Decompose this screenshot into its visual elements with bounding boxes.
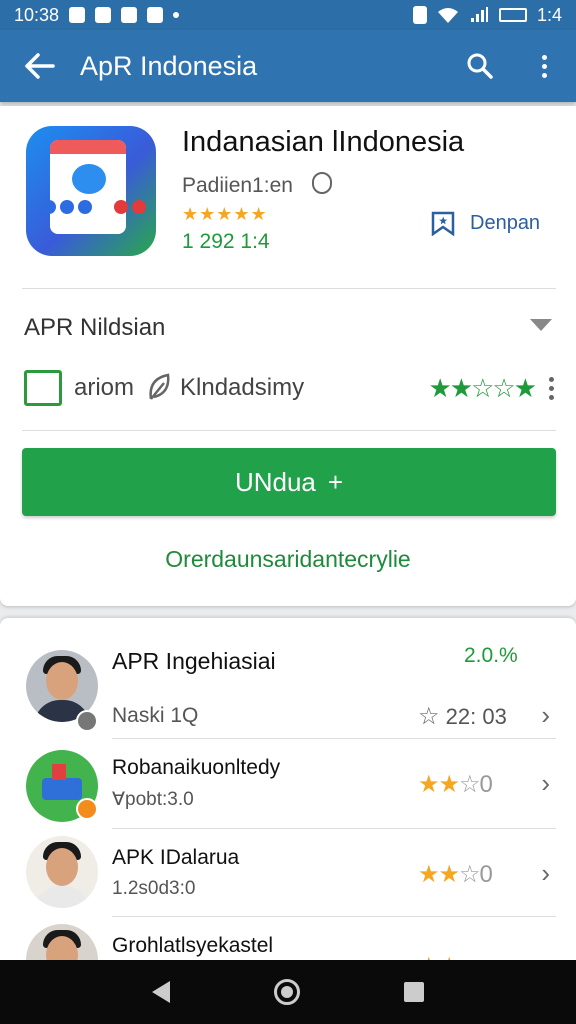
list-item-stars: ★★☆0 — [418, 861, 493, 888]
divider — [112, 828, 556, 829]
wishlist-label: Denpan — [470, 211, 541, 234]
wifi-icon — [437, 8, 458, 23]
page-title: ApR Indonesia — [80, 50, 258, 81]
divider — [22, 430, 556, 431]
chevron-right-icon: › — [541, 700, 550, 730]
search-icon — [467, 53, 493, 79]
more-info-link[interactable]: Orerdaunsaridantecrylie — [0, 546, 576, 573]
nav-back-button[interactable] — [152, 981, 170, 1003]
list-item-sub: 1.2s0d3:0 — [112, 878, 196, 899]
app-notification-icon — [95, 7, 112, 23]
battery-icon — [498, 8, 527, 22]
list-item-rating: ☆ 22: 03 — [418, 702, 507, 731]
list-item[interactable]: APK IDalarua 1.2s0d3:0 ★★☆0 › — [0, 830, 576, 918]
list-item-rating-value: 22: 03 — [445, 704, 507, 729]
list-item-stars: ★★☆0 — [418, 771, 493, 798]
details-section-title: APR Nildsian — [24, 314, 166, 341]
badge-icon — [76, 798, 98, 820]
camera-notification-icon — [121, 7, 138, 23]
nav-recents-button[interactable] — [404, 982, 424, 1002]
more-options-button[interactable] — [512, 30, 576, 102]
mail-notification-icon — [69, 7, 86, 23]
install-label: UNdua — [234, 466, 316, 497]
arrow-left-icon — [25, 53, 55, 79]
search-button[interactable] — [448, 30, 512, 102]
list-item[interactable]: Robanaikuonltedy Ɐpobt:3.0 ★★☆0 › — [0, 740, 576, 828]
bookmark-star-icon — [431, 211, 455, 236]
signal-icon — [470, 7, 488, 22]
list-item-sub: Naski 1Q — [112, 704, 199, 727]
app-name: Indanasian lIndonesia — [182, 126, 465, 158]
install-button[interactable]: UNdua + — [22, 448, 556, 516]
list-item-name: Robanaikuonltedy — [112, 756, 281, 779]
location-icon — [412, 6, 427, 24]
app-detail-card: Indanasian lIndonesia Padiien1:en ★★★★★ … — [0, 106, 576, 606]
badge-icon — [76, 710, 98, 732]
status-time: 10:38 — [14, 4, 60, 25]
app-icon — [26, 126, 156, 256]
details-more-icon[interactable] — [549, 376, 554, 400]
wishlist-button[interactable]: Denpan — [430, 210, 540, 236]
chevron-down-icon[interactable] — [530, 319, 552, 331]
avatar — [26, 836, 98, 908]
more-notifications-icon — [173, 12, 180, 18]
details-item-2: Klndadsimy — [180, 374, 305, 401]
status-bar: 10:38 1:4 — [0, 0, 576, 30]
verified-badge-icon — [312, 172, 332, 194]
back-button[interactable] — [0, 30, 80, 102]
divider — [22, 288, 556, 289]
leaf-icon — [149, 373, 170, 400]
related-list-card: APR Ingehiasiai 2.0.% Naski 1Q ☆ 22: 03 … — [0, 618, 576, 978]
app-publisher[interactable]: Padiien1:en — [182, 174, 293, 198]
star-outline-icon: ☆ — [418, 703, 440, 730]
list-item-name: APK IDalarua — [112, 846, 240, 869]
app-rating-stars: ★★★★★ — [182, 204, 268, 224]
divider — [112, 738, 556, 739]
chevron-right-icon: › — [541, 858, 550, 888]
list-item-name: Grohlatlsyekastel — [112, 934, 274, 957]
divider — [112, 916, 556, 917]
nav-home-button[interactable] — [274, 979, 300, 1005]
app-bar: ApR Indonesia — [0, 30, 576, 102]
navigation-bar — [0, 960, 576, 1024]
list-item[interactable]: APR Ingehiasiai 2.0.% Naski 1Q ☆ 22: 03 … — [0, 618, 576, 738]
chat-notification-icon — [147, 7, 164, 23]
more-vertical-icon — [541, 54, 547, 78]
document-icon — [24, 370, 62, 406]
list-item-sub: Ɐpobt:3.0 — [112, 789, 194, 810]
list-item-percent: 2.0.% — [464, 644, 518, 667]
details-info-row: ariom Klndadsimy ★★☆☆★ — [24, 368, 554, 408]
chevron-right-icon: › — [541, 768, 550, 798]
details-item-1: ariom — [74, 374, 135, 401]
details-rating-stars: ★★☆☆★ — [428, 372, 537, 403]
plus-icon: + — [327, 466, 344, 497]
status-clock: 1:4 — [536, 4, 562, 25]
app-downloads: 1 292 1:4 — [182, 230, 270, 253]
list-item-name: APR Ingehiasiai — [112, 648, 276, 674]
